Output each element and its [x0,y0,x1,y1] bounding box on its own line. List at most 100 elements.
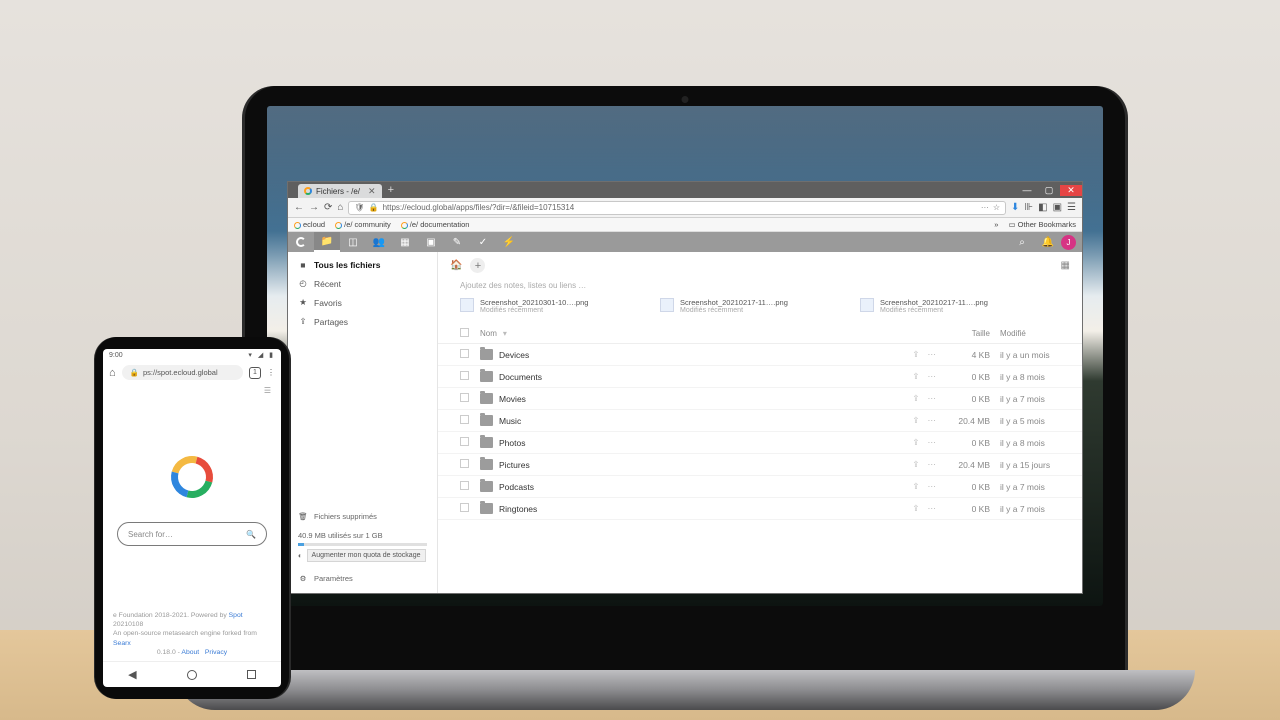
sidebar-item-deleted[interactable]: 🗑Fichiers supprimés [298,508,427,525]
search-button[interactable]: ⌕ [1009,232,1035,252]
table-row[interactable]: Pictures⇪⋯20.4 MBil y a 15 jours [438,454,1082,476]
forward-button[interactable]: → [309,202,319,213]
notes-placeholder[interactable]: Ajoutez des notes, listes ou liens … [438,279,1082,298]
app-photos[interactable]: ▣ [418,232,444,252]
nav-recent[interactable] [247,670,256,679]
more-icon[interactable]: ⋯ [928,393,937,404]
reload-button[interactable]: ⟳ [324,202,332,213]
app-files[interactable]: 📁 [314,232,340,252]
about-link[interactable]: About [181,649,199,656]
sidebar-icon[interactable]: ◧ [1038,202,1047,213]
bookmark-item[interactable]: /e/ documentation [401,220,470,229]
more-icon[interactable]: ⋯ [928,437,937,448]
extensions-icon[interactable]: ▣ [1053,202,1062,213]
more-icon[interactable]: ⋯ [928,503,937,514]
row-checkbox[interactable] [460,393,469,402]
reader-icon[interactable]: ⋯ [981,203,989,212]
table-row[interactable]: Photos⇪⋯0 KBil y a 8 mois [438,432,1082,454]
col-modified[interactable]: Modifié [990,329,1060,338]
more-icon[interactable]: ⋯ [928,459,937,470]
recent-item[interactable]: Screenshot_20210217-11….pngModifiés réce… [860,298,1030,314]
nav-back[interactable]: ◀ [128,668,136,681]
phone-home-icon[interactable]: ⌂ [109,367,116,379]
privacy-link[interactable]: Privacy [205,649,227,656]
menu-icon[interactable]: ☰ [1067,202,1076,213]
recent-item[interactable]: Screenshot_20210217-11….pngModifiés réce… [660,298,830,314]
other-bookmarks[interactable]: ▭ Other Bookmarks [1008,220,1076,229]
upgrade-quota-button[interactable]: Augmenter mon quota de stockage [307,549,426,562]
bookmark-star-icon[interactable]: ☆ [993,203,1000,212]
sidebar-item-settings[interactable]: ⚙Paramètres [298,570,427,587]
row-checkbox[interactable] [460,349,469,358]
select-all-checkbox[interactable] [460,328,469,337]
app-tasks[interactable]: ✓ [470,232,496,252]
row-checkbox[interactable] [460,459,469,468]
more-icon[interactable]: ⋯ [928,481,937,492]
more-icon[interactable]: ⋯ [928,349,937,360]
bookmark-item[interactable]: /e/ community [335,220,391,229]
phone-tab-count[interactable]: 1 [249,367,261,379]
spot-link[interactable]: Spot [229,612,243,619]
nav-home[interactable] [187,670,197,680]
back-button[interactable]: ← [294,202,304,213]
row-checkbox[interactable] [460,437,469,446]
phone-page-menu[interactable]: ☰ [103,384,281,397]
browser-tab[interactable]: Fichiers - /e/ ✕ [298,184,382,198]
close-window-button[interactable]: ✕ [1060,185,1082,196]
row-checkbox[interactable] [460,481,469,490]
app-notes[interactable]: ✎ [444,232,470,252]
sidebar-item-favorites[interactable]: ★Favoris [288,293,437,312]
row-checkbox[interactable] [460,503,469,512]
more-icon[interactable]: ⋯ [928,415,937,426]
share-icon[interactable]: ⇪ [912,503,919,514]
table-row[interactable]: Music⇪⋯20.4 MBil y a 5 mois [438,410,1082,432]
table-row[interactable]: Ringtones⇪⋯0 KBil y a 7 mois [438,498,1082,520]
share-icon[interactable]: ⇪ [912,371,919,382]
url-field[interactable]: 🛡 🔒 https://ecloud.global/apps/files/?di… [348,201,1006,215]
row-checkbox[interactable] [460,415,469,424]
library-icon[interactable]: ⊪ [1024,202,1033,213]
col-name[interactable]: Nom [480,329,497,338]
download-icon[interactable]: ⬇ [1011,202,1019,213]
breadcrumb-home[interactable]: 🏠 [450,260,462,271]
app-calendar[interactable]: ▦ [392,232,418,252]
searx-link[interactable]: Searx [113,640,131,647]
share-icon[interactable]: ⇪ [912,349,919,360]
notifications-button[interactable]: 🔔 [1035,232,1061,252]
share-icon[interactable]: ⇪ [912,415,919,426]
table-row[interactable]: Movies⇪⋯0 KBil y a 7 mois [438,388,1082,410]
minimize-button[interactable]: — [1016,185,1038,196]
app-contacts[interactable]: 👥 [366,232,392,252]
phone-search-field[interactable]: Search for… 🔍 [117,522,267,546]
app-gallery[interactable]: ◫ [340,232,366,252]
maximize-button[interactable]: ▢ [1038,185,1060,196]
share-icon[interactable]: ⇪ [912,481,919,492]
new-tab-button[interactable]: + [388,184,394,196]
phone-url-field[interactable]: 🔒 ps://spot.ecloud.global [122,365,243,380]
close-tab-icon[interactable]: ✕ [368,186,376,197]
sidebar-item-all-files[interactable]: ■Tous les fichiers [288,256,437,274]
app-activity[interactable]: ⚡ [496,232,522,252]
sidebar-item-recent[interactable]: ◴Récent [288,274,437,293]
table-row[interactable]: Podcasts⇪⋯0 KBil y a 7 mois [438,476,1082,498]
bookmark-item[interactable]: ecloud [294,220,325,229]
home-button[interactable]: ⌂ [337,202,343,213]
recent-item[interactable]: Screenshot_20210301-10….pngModifiés réce… [460,298,630,314]
view-toggle[interactable]: ▦ [1061,260,1070,271]
sidebar-item-shares[interactable]: ⇪Partages [288,312,437,331]
more-icon[interactable]: ⋯ [928,371,937,382]
table-row[interactable]: Devices⇪⋯4 KBil y a un mois [438,344,1082,366]
share-icon[interactable]: ⇪ [912,393,919,404]
bookmarks-overflow[interactable]: » [994,220,998,229]
phone-menu-icon[interactable]: ⋮ [267,368,275,377]
share-icon[interactable]: ⇪ [912,437,919,448]
table-row[interactable]: Documents⇪⋯0 KBil y a 8 mois [438,366,1082,388]
share-icon[interactable]: ⇪ [912,459,919,470]
laptop-base [175,670,1195,710]
col-size[interactable]: Taille [936,329,990,338]
new-button[interactable]: + [470,258,485,273]
user-avatar[interactable]: J [1061,235,1076,250]
file-modified: il y a 7 mois [990,504,1060,514]
row-checkbox[interactable] [460,371,469,380]
app-logo[interactable] [288,232,314,252]
